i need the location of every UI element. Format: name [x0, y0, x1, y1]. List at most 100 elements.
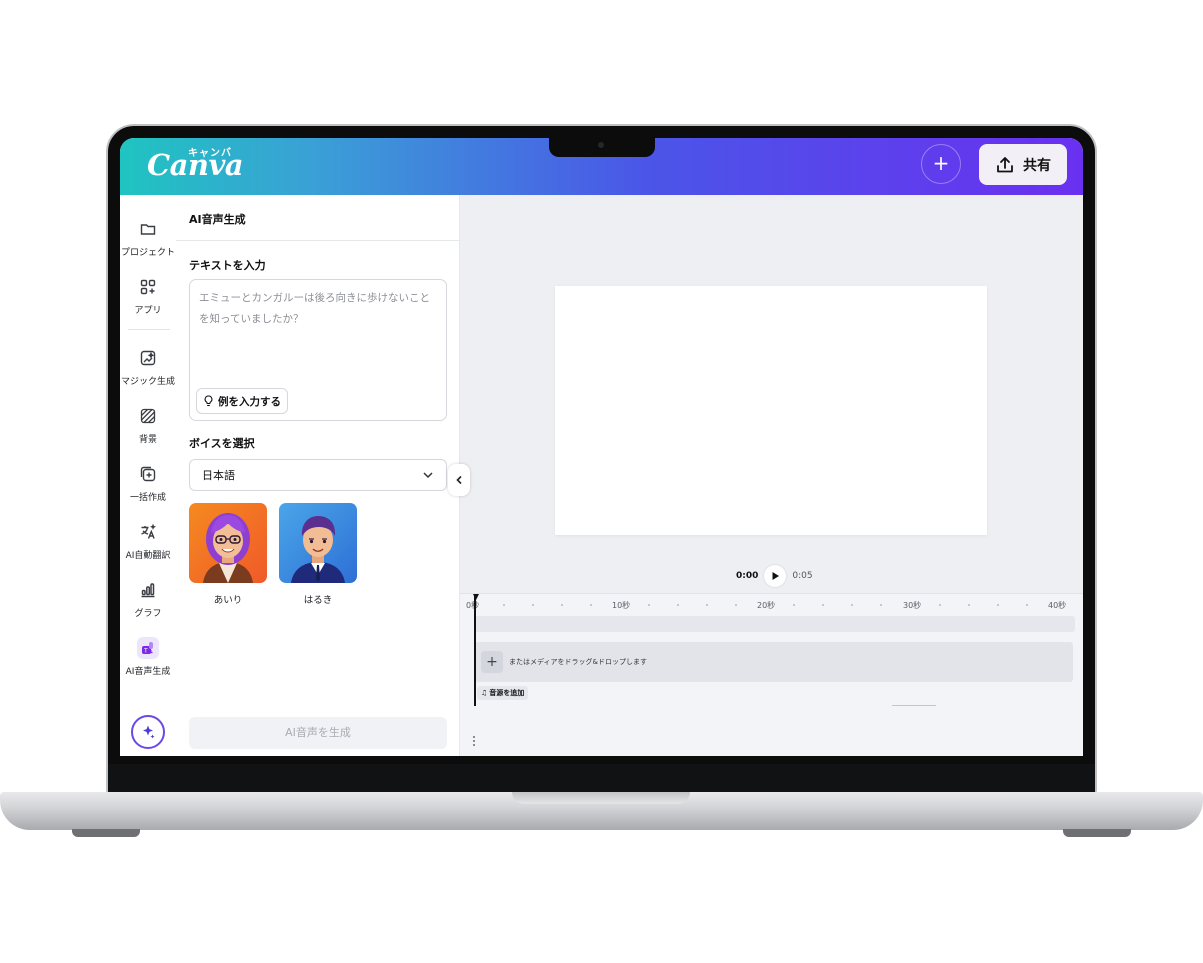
play-icon [772, 572, 779, 580]
add-media-button[interactable]: + [481, 651, 503, 673]
tick-mark [503, 604, 505, 606]
camera-icon [598, 142, 604, 148]
left-rail: プロジェクト アプリ マジック生成 背景 一括作成 AI自動翻訳 グラフ T A… [120, 195, 176, 756]
text-input-box[interactable]: 例を入力する [189, 279, 447, 421]
tick-mark [735, 604, 737, 606]
collapse-panel-button[interactable] [448, 464, 470, 496]
voice-name: あいり [213, 595, 243, 606]
example-button-label: 例を入力する [218, 395, 281, 408]
sidebar-item-label: AI自動翻訳 [125, 551, 171, 561]
plus-icon: + [486, 654, 498, 670]
voice-name: はるき [303, 595, 333, 606]
sidebar-item-label: アプリ [134, 306, 162, 316]
magic-assistant-button[interactable] [131, 715, 165, 749]
tick-mark [939, 604, 941, 606]
drop-hint: またはメディアをドラッグ&ドロップします [509, 658, 647, 666]
rail-divider [128, 329, 170, 330]
voice-card-airi[interactable]: あいり [189, 503, 267, 606]
panel-title: AI音声生成 [189, 213, 246, 226]
tick-mark [648, 604, 650, 606]
add-audio-button[interactable]: ♫ 音源を追加 [477, 686, 529, 700]
tick-label: 10秒 [612, 601, 631, 610]
voice-card-haruki[interactable]: はるき [279, 503, 357, 606]
sidebar-item-translate[interactable]: AI自動翻訳 [120, 523, 176, 561]
timeline-ruler: 0秒 10秒 20秒 30秒 40秒 [460, 594, 1083, 616]
chevron-down-icon [423, 472, 433, 479]
translate-icon [141, 523, 157, 539]
tick-label: 0秒 [466, 601, 480, 610]
tick-label: 30秒 [903, 601, 922, 610]
voice-section-title: ボイスを選択 [189, 437, 255, 450]
sidebar-item-label: AI音声生成 [125, 667, 171, 677]
upload-icon [997, 156, 1013, 172]
sidebar-item-label: プロジェクト [120, 248, 175, 258]
tick-mark [561, 604, 563, 606]
ai-voice-panel: AI音声生成 テキストを入力 例を入力する ボイスを選択 日本語 [176, 195, 460, 756]
share-label: 共有 [1023, 157, 1051, 174]
editor-area: 0:00 0:05 0秒 10秒 20秒 30秒 40秒 + またはメディアをド… [460, 195, 1083, 756]
current-time: 0:00 [736, 571, 759, 581]
playhead[interactable] [474, 596, 476, 706]
total-time: 0:05 [792, 571, 813, 581]
canva-logo-subtitle: キャンバ [188, 148, 232, 159]
laptop-foot-right [1063, 829, 1131, 837]
magic-media-icon [140, 350, 156, 366]
tick-mark [851, 604, 853, 606]
sidebar-item-apps[interactable]: アプリ [120, 278, 176, 316]
sidebar-item-magic-media[interactable]: マジック生成 [120, 349, 176, 387]
tick-mark [997, 604, 999, 606]
sidebar-item-charts[interactable]: グラフ [120, 581, 176, 619]
resize-handle[interactable] [473, 736, 475, 748]
laptop-chin [108, 764, 1095, 792]
background-icon [140, 408, 156, 424]
tick-mark [968, 604, 970, 606]
video-track[interactable] [475, 616, 1075, 632]
sidebar-item-projects[interactable]: プロジェクト [120, 220, 176, 258]
design-canvas[interactable] [555, 286, 987, 535]
bulk-create-icon [140, 466, 156, 482]
text-input[interactable] [199, 288, 439, 378]
sparkle-icon [143, 725, 155, 739]
example-button[interactable]: 例を入力する [196, 388, 288, 414]
play-button[interactable] [764, 565, 787, 587]
lightbulb-icon [204, 395, 213, 407]
add-button[interactable]: + [921, 144, 961, 184]
timeline: 0秒 10秒 20秒 30秒 40秒 + またはメディアをドラッグ&ドロップしま… [460, 593, 1083, 756]
avatar [189, 503, 267, 583]
sidebar-item-label: 背景 [138, 435, 157, 445]
media-drop-track[interactable]: + またはメディアをドラッグ&ドロップします [475, 642, 1073, 682]
tick-mark [590, 604, 592, 606]
svg-text:T: T [143, 648, 148, 655]
tick-mark [880, 604, 882, 606]
sidebar-item-label: 一括作成 [129, 493, 166, 503]
playback-controls: 0:00 0:05 [736, 565, 813, 587]
tick-mark [706, 604, 708, 606]
add-audio-label: 音源を追加 [489, 689, 525, 697]
tick-label: 40秒 [1048, 601, 1067, 610]
laptop-lip [512, 792, 690, 804]
generate-voice-button[interactable]: AI音声を生成 [189, 717, 447, 749]
text-section-title: テキストを入力 [189, 259, 266, 272]
ai-voice-icon: T [142, 642, 153, 655]
sidebar-item-background[interactable]: 背景 [120, 407, 176, 445]
tick-label: 20秒 [757, 601, 776, 610]
plus-icon: + [932, 151, 950, 175]
sidebar-item-bulk-create[interactable]: 一括作成 [120, 465, 176, 503]
apps-icon [140, 279, 156, 295]
sidebar-item-ai-voice[interactable]: T AI音声生成 [120, 637, 176, 677]
tick-mark [822, 604, 824, 606]
tick-mark [793, 604, 795, 606]
laptop-foot-left [72, 829, 140, 837]
share-button[interactable]: 共有 [979, 144, 1067, 185]
tick-mark [677, 604, 679, 606]
timeline-scrollbar[interactable] [892, 705, 936, 706]
folder-icon [140, 224, 156, 235]
tick-mark [532, 604, 534, 606]
sidebar-item-label: グラフ [134, 609, 162, 619]
language-select-value: 日本語 [202, 469, 235, 482]
chevron-left-icon [456, 475, 462, 485]
language-select[interactable]: 日本語 [189, 459, 447, 491]
avatar [279, 503, 357, 583]
active-indicator: T [137, 637, 159, 659]
tick-mark [1026, 604, 1028, 606]
